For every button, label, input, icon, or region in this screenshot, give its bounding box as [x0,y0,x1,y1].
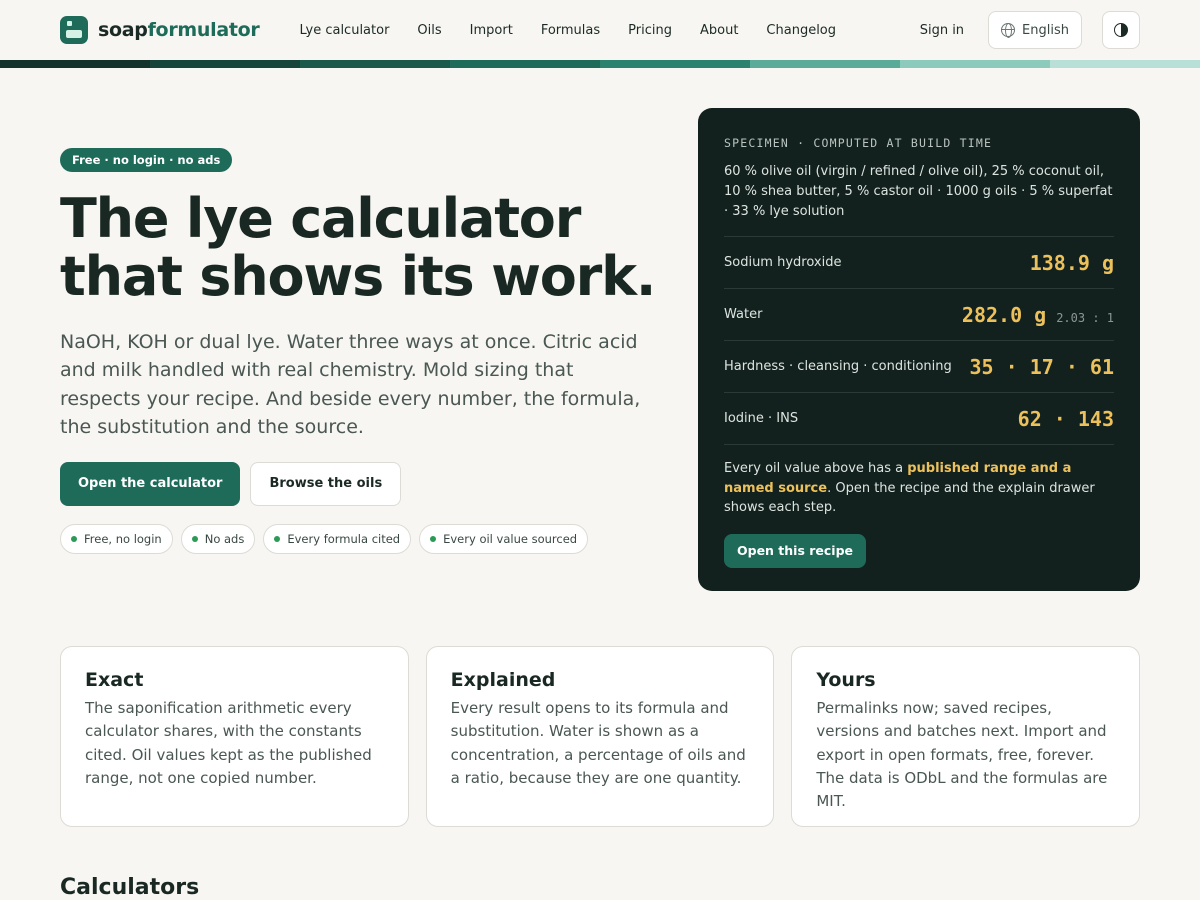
stripe-segment [0,60,150,68]
badge-free: Free, no login [60,523,173,554]
color-stripe [0,60,1200,68]
specimen-description: 60 % olive oil (virgin / refined / olive… [724,162,1114,238]
specimen-row-water: Water 282.0 g 2.03 : 1 [724,289,1114,342]
free-pill: Free · no login · no ads [60,148,233,172]
dot-icon [430,535,437,542]
stripe-segment [1050,60,1200,68]
badge-formula-cited: Every formula cited [263,523,412,554]
open-recipe-button[interactable]: Open this recipe [724,533,867,568]
main-nav: Lye calculator Oils Import Formulas Pric… [299,23,836,38]
specimen-note: Every oil value above has a published ra… [724,461,1095,516]
header-actions: Sign in English [920,11,1140,49]
nav-lye-calculator[interactable]: Lye calculator [299,23,389,38]
feature-badges: Free, no login No ads Every formula cite… [60,523,658,554]
hero-subtitle: NaOH, KOH or dual lye. Water three ways … [60,330,641,439]
nav-pricing[interactable]: Pricing [628,23,672,38]
water-ratio: 2.03 : 1 [1056,310,1114,325]
badge-oil-sourced: Every oil value sourced [419,523,589,554]
browse-oils-button[interactable]: Browse the oils [250,461,402,506]
logo-mark-icon [60,16,88,44]
naoh-value: 138.9 g [1029,250,1114,275]
hero-intro: Free · no login · no ads The lye calcula… [60,108,658,646]
dot-icon [191,535,198,542]
nav-changelog[interactable]: Changelog [766,23,836,38]
specimen-label: SPECIMEN · COMPUTED AT BUILD TIME [724,136,993,150]
site-header: soapformulator Lye calculator Oils Impor… [0,0,1200,60]
specimen-card: SPECIMEN · COMPUTED AT BUILD TIME 60 % o… [698,108,1140,591]
dot-icon [71,535,77,542]
hardness-value: 35 · 17 · 61 [969,354,1115,379]
stripe-segment [750,60,900,68]
contrast-icon [1114,23,1128,37]
language-selector[interactable]: English [988,11,1082,49]
stripe-segment [600,60,750,68]
globe-icon [1001,23,1016,38]
feature-card-yours: Yours Permalinks now; saved recipes, ver… [791,646,1141,827]
hero-section: Free · no login · no ads The lye calcula… [0,68,1200,646]
theme-toggle-button[interactable] [1102,11,1140,49]
stripe-segment [900,60,1050,68]
specimen-row-naoh: Sodium hydroxide 138.9 g [724,237,1114,290]
water-value: 282.0 g [961,302,1047,327]
logo[interactable]: soapformulator [60,16,260,44]
nav-about[interactable]: About [700,23,738,38]
features-section: Exact The saponification arithmetic ever… [0,646,1200,827]
language-label: English [1022,22,1069,38]
stripe-segment [450,60,600,68]
iodine-value: 62 · 143 [1017,406,1114,431]
nav-formulas[interactable]: Formulas [541,23,600,38]
sign-in-link[interactable]: Sign in [920,23,964,38]
badge-no-ads: No ads [180,523,256,554]
specimen-row-iodine: Iodine · INS 62 · 143 [724,393,1114,446]
stripe-segment [150,60,300,68]
specimen-row-hardness: Hardness · cleansing · conditioning 35 ·… [724,341,1115,394]
nav-oils[interactable]: Oils [417,23,441,38]
cta-row: Open the calculator Browse the oils [60,461,658,506]
calculators-heading: Calculators [60,875,200,900]
feature-card-explained: Explained Every result opens to its form… [425,646,775,827]
open-calculator-button[interactable]: Open the calculator [60,461,241,506]
logo-text: soapformulator [98,19,260,41]
stripe-segment [300,60,450,68]
feature-card-exact: Exact The saponification arithmetic ever… [60,646,409,827]
hero-title: The lye calculator that shows its work. [60,187,656,308]
dot-icon [274,535,281,542]
nav-import[interactable]: Import [470,23,513,38]
